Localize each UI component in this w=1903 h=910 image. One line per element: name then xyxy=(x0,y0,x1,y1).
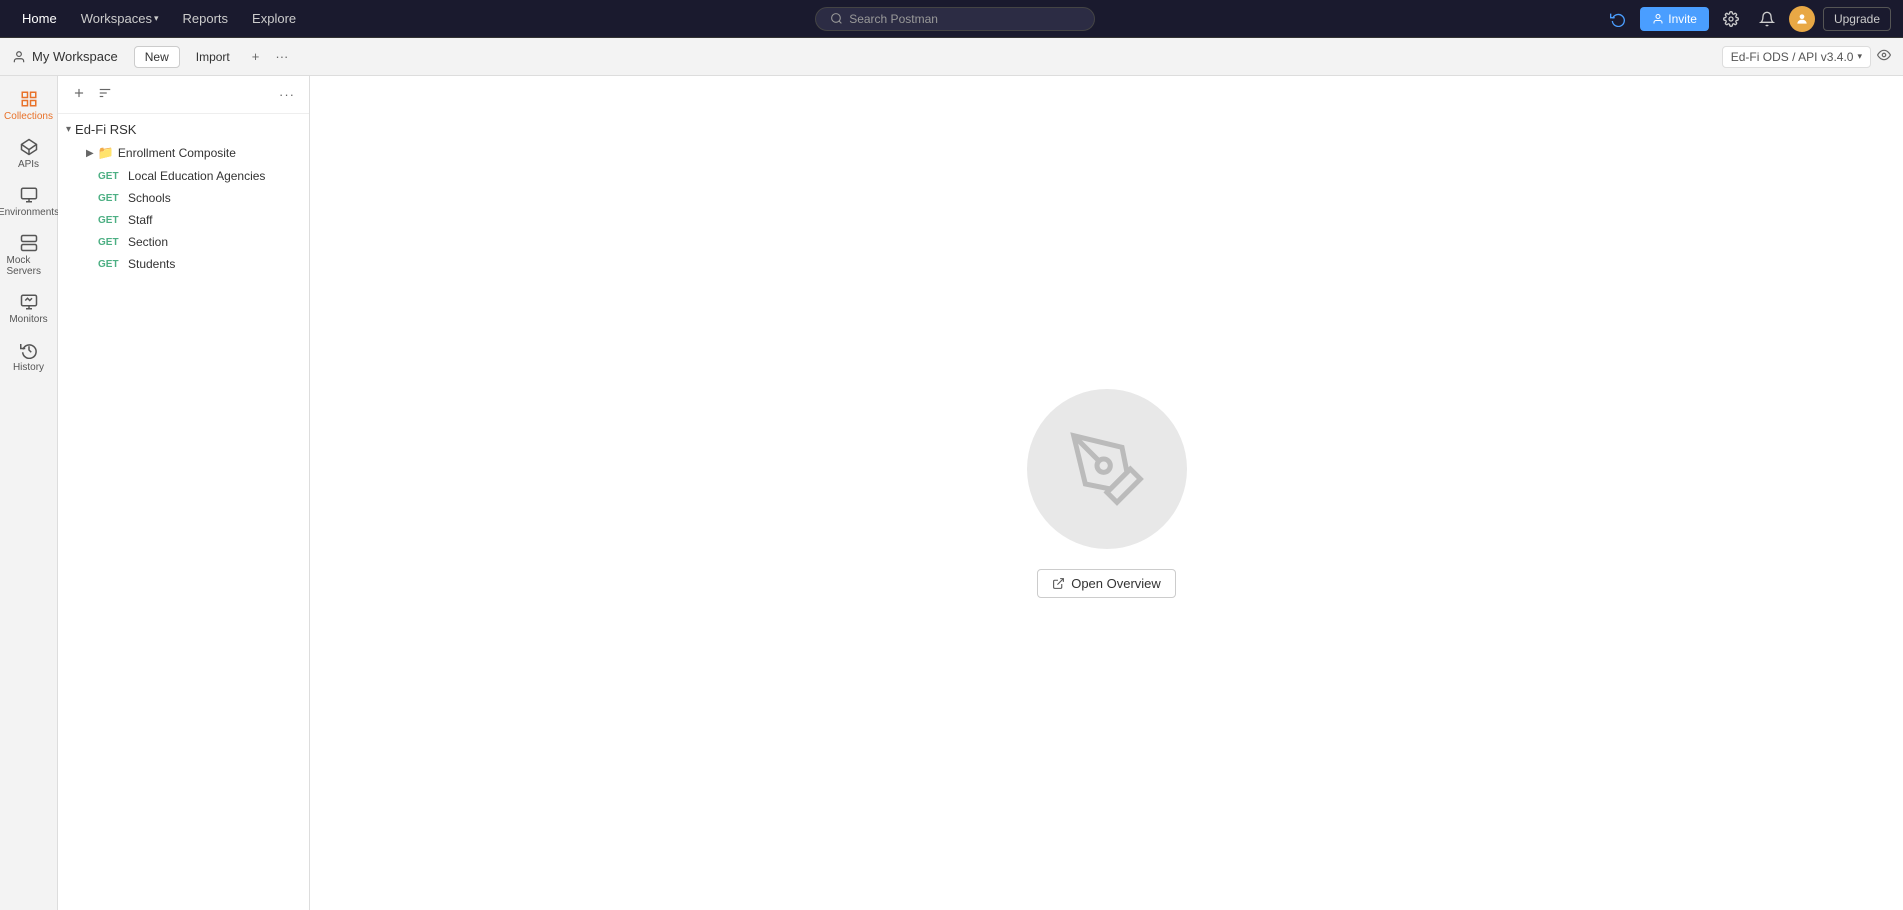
request-name: Staff xyxy=(128,213,152,227)
chevron-right-icon: ▶ xyxy=(86,148,94,159)
sidebar-icons: Collections APIs Environments Mock Serve… xyxy=(0,76,58,910)
tab-area: + ··· xyxy=(246,47,1714,66)
workspace-bar-right: Ed-Fi ODS / API v3.4.0 ▾ xyxy=(1722,46,1891,68)
request-name: Local Education Agencies xyxy=(128,169,265,183)
workspace-bar: My Workspace New Import + ··· Ed-Fi ODS … xyxy=(0,38,1903,76)
history-icon xyxy=(20,341,38,359)
nav-workspaces[interactable]: Workspaces ▾ xyxy=(71,7,169,30)
notification-icon[interactable] xyxy=(1753,5,1781,33)
apis-icon xyxy=(20,138,38,156)
upgrade-button[interactable]: Upgrade xyxy=(1823,7,1891,31)
collection-panel: ··· ▾ Ed-Fi RSK ▶ 📁 Enrollment Composite… xyxy=(58,76,310,910)
nav-reports[interactable]: Reports xyxy=(173,7,239,30)
nav-explore[interactable]: Explore xyxy=(242,7,306,30)
sidebar-item-history[interactable]: History xyxy=(3,335,55,379)
sidebar-item-environments[interactable]: Environments xyxy=(3,180,55,224)
main-layout: Collections APIs Environments Mock Serve… xyxy=(0,76,1903,910)
sidebar-item-mock-servers[interactable]: Mock Servers xyxy=(3,228,55,283)
sidebar-collections-label: Collections xyxy=(4,111,53,122)
avatar[interactable] xyxy=(1789,6,1815,32)
request-name: Schools xyxy=(128,191,171,205)
new-button[interactable]: New xyxy=(134,46,180,68)
person-workspace-icon xyxy=(12,50,26,64)
main-content: Open Overview xyxy=(310,76,1903,910)
monitors-icon xyxy=(20,293,38,311)
environment-selector[interactable]: Ed-Fi ODS / API v3.4.0 ▾ xyxy=(1722,46,1871,68)
request-students[interactable]: GET Students xyxy=(58,253,309,275)
sync-icon[interactable] xyxy=(1604,5,1632,33)
request-name: Section xyxy=(128,235,168,249)
request-section[interactable]: GET Section xyxy=(58,231,309,253)
search-icon xyxy=(830,12,843,25)
more-tabs-button[interactable]: ··· xyxy=(269,47,294,66)
person-icon xyxy=(1652,13,1664,25)
open-overview-label: Open Overview xyxy=(1071,576,1161,591)
more-collection-options[interactable]: ··· xyxy=(275,85,299,104)
invite-button[interactable]: Invite xyxy=(1640,7,1709,31)
method-get-badge: GET xyxy=(98,259,122,270)
eye-icon[interactable] xyxy=(1877,48,1891,65)
collection-root-name: Ed-Fi RSK xyxy=(75,122,136,137)
collection-toolbar: ··· xyxy=(58,76,309,114)
request-schools[interactable]: GET Schools xyxy=(58,187,309,209)
sidebar-environments-label: Environments xyxy=(0,207,59,218)
request-staff[interactable]: GET Staff xyxy=(58,209,309,231)
placeholder-area: Open Overview xyxy=(1027,389,1187,598)
method-get-badge: GET xyxy=(98,215,122,226)
sidebar-mock-servers-label: Mock Servers xyxy=(7,255,51,277)
top-navigation: Home Workspaces ▾ Reports Explore Search… xyxy=(0,0,1903,38)
sort-collections-button[interactable] xyxy=(94,84,116,105)
top-nav-right: Invite Upgrade xyxy=(1604,5,1891,33)
folder-enrollment-composite[interactable]: ▶ 📁 Enrollment Composite xyxy=(58,141,309,165)
nav-home[interactable]: Home xyxy=(12,7,67,30)
request-name: Students xyxy=(128,257,175,271)
sidebar-apis-label: APIs xyxy=(18,159,39,170)
add-collection-button[interactable] xyxy=(68,84,90,105)
placeholder-illustration xyxy=(1027,389,1187,549)
method-get-badge: GET xyxy=(98,237,122,248)
collection-edfi-rsk: ▾ Ed-Fi RSK ▶ 📁 Enrollment Composite GET… xyxy=(58,118,309,275)
chevron-down-icon: ▾ xyxy=(1857,51,1862,62)
method-get-badge: GET xyxy=(98,171,122,182)
collection-root-header[interactable]: ▾ Ed-Fi RSK xyxy=(58,118,309,141)
add-tab-button[interactable]: + xyxy=(246,47,266,66)
search-bar[interactable]: Search Postman xyxy=(815,7,1095,31)
folder-icon: 📁 xyxy=(98,145,114,161)
settings-icon[interactable] xyxy=(1717,5,1745,33)
pen-tool-icon xyxy=(1067,429,1147,509)
workspace-title[interactable]: My Workspace xyxy=(12,49,118,64)
environments-icon xyxy=(20,186,38,204)
collection-list: ▾ Ed-Fi RSK ▶ 📁 Enrollment Composite GET… xyxy=(58,114,309,910)
search-placeholder: Search Postman xyxy=(849,12,938,26)
external-link-icon xyxy=(1052,577,1065,590)
sidebar-monitors-label: Monitors xyxy=(9,314,47,325)
open-overview-button[interactable]: Open Overview xyxy=(1037,569,1176,598)
mock-servers-icon xyxy=(20,234,38,252)
request-local-education-agencies[interactable]: GET Local Education Agencies xyxy=(58,165,309,187)
sidebar-history-label: History xyxy=(13,362,44,373)
collections-icon xyxy=(20,90,38,108)
folder-name: Enrollment Composite xyxy=(118,146,236,160)
method-get-badge: GET xyxy=(98,193,122,204)
sidebar-item-collections[interactable]: Collections xyxy=(3,84,55,128)
sidebar-item-monitors[interactable]: Monitors xyxy=(3,287,55,331)
chevron-down-icon: ▾ xyxy=(66,124,71,135)
import-button[interactable]: Import xyxy=(188,47,238,67)
sidebar-item-apis[interactable]: APIs xyxy=(3,132,55,176)
